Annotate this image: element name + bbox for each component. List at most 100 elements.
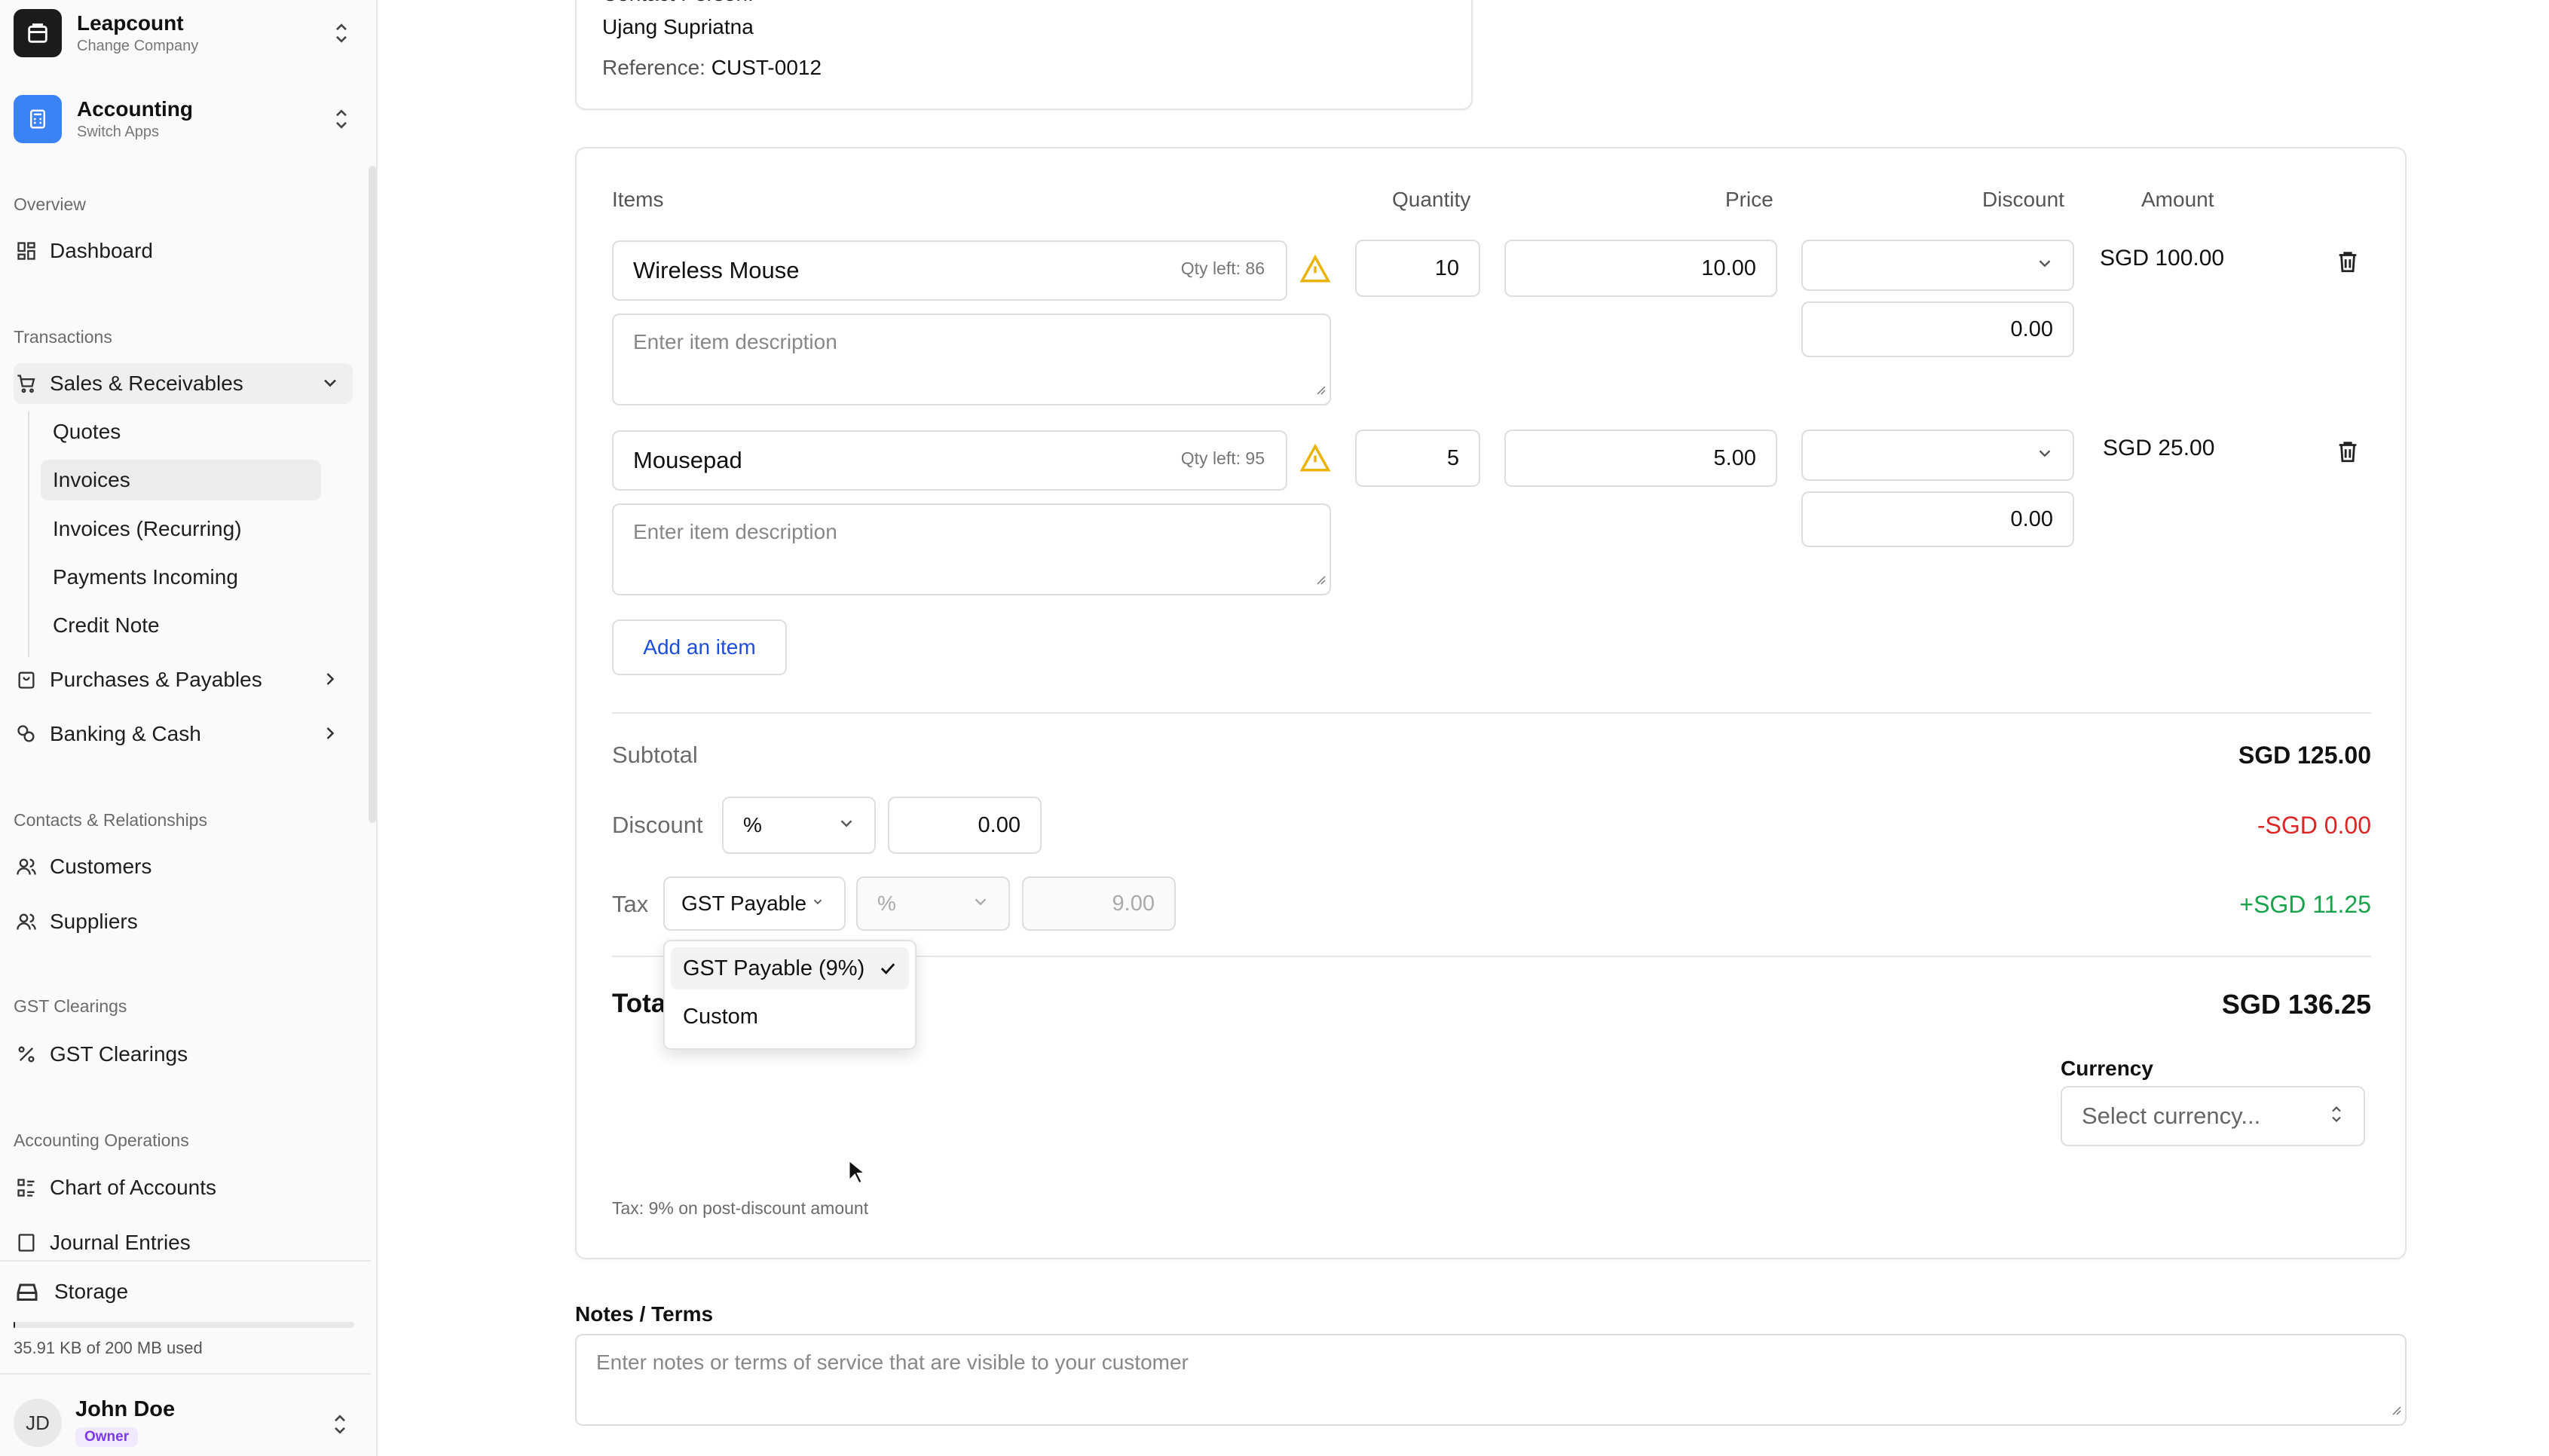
trash-icon[interactable] bbox=[2335, 249, 2361, 278]
contact-person-name: Ujang Supriatna bbox=[602, 15, 754, 38]
resize-handle-icon[interactable] bbox=[1314, 567, 1327, 591]
menu-item-gst-payable[interactable]: GST Payable (9%) bbox=[671, 947, 909, 990]
chevron-right-icon bbox=[320, 723, 341, 749]
sidebar-item-invoices[interactable]: Invoices bbox=[41, 460, 321, 500]
sidebar-scrollbar[interactable] bbox=[369, 166, 376, 823]
chevrons-up-down-icon bbox=[2327, 1103, 2346, 1130]
sidebar-item-dashboard[interactable]: Dashboard bbox=[14, 231, 353, 271]
users-icon bbox=[14, 909, 39, 934]
discount-value-input[interactable]: 0.00 bbox=[1801, 491, 2074, 547]
item-name-input[interactable]: Wireless Mouse Qty left: 86 bbox=[612, 240, 1287, 301]
tax-type-select[interactable]: % bbox=[856, 876, 1010, 931]
chevrons-up-down-icon[interactable] bbox=[329, 1411, 351, 1442]
chevron-down-icon bbox=[320, 372, 341, 399]
app-switcher[interactable]: Accounting Switch Apps bbox=[14, 86, 353, 152]
sidebar-item-label: Purchases & Payables bbox=[50, 668, 262, 691]
sidebar-nav: Leapcount Change Company Accounting Swit… bbox=[0, 0, 371, 1260]
mouse-cursor-icon bbox=[847, 1158, 867, 1188]
tax-amount: +SGD 11.25 bbox=[2239, 891, 2371, 918]
storage-progress bbox=[14, 1322, 354, 1328]
price-input[interactable]: 10.00 bbox=[1504, 240, 1777, 297]
app-name: Accounting bbox=[77, 97, 193, 121]
tax-type-value: % bbox=[877, 892, 896, 915]
percent-icon bbox=[14, 1042, 39, 1067]
reference-value: CUST-0012 bbox=[711, 56, 822, 79]
sidebar-item-customers[interactable]: Customers bbox=[14, 846, 353, 887]
company-switcher[interactable]: Leapcount Change Company bbox=[14, 0, 353, 66]
quantity-input[interactable]: 10 bbox=[1355, 240, 1480, 297]
discount-type-select[interactable] bbox=[1801, 240, 2074, 291]
item-description-input[interactable]: Enter item description bbox=[612, 314, 1331, 405]
qty-left: Qty left: 95 bbox=[1180, 448, 1265, 468]
trash-icon[interactable] bbox=[2335, 439, 2361, 468]
sidebar-item-chart-of-accounts[interactable]: Chart of Accounts bbox=[14, 1167, 353, 1208]
app-sub: Switch Apps bbox=[77, 124, 159, 140]
sidebar-item-label: Suppliers bbox=[50, 910, 138, 933]
section-overview: Overview bbox=[14, 194, 86, 214]
submenu-guide bbox=[28, 411, 29, 657]
notes-input[interactable]: Enter notes or terms of service that are… bbox=[575, 1334, 2407, 1426]
list-icon bbox=[14, 1175, 39, 1201]
subtotal-label: Subtotal bbox=[612, 742, 698, 768]
sidebar-item-credit-note[interactable]: Credit Note bbox=[41, 605, 321, 646]
book-icon bbox=[14, 1230, 39, 1256]
warning-icon bbox=[1299, 253, 1331, 289]
quantity-input[interactable]: 5 bbox=[1355, 430, 1480, 487]
item-name: Mousepad bbox=[633, 447, 742, 473]
item-name: Wireless Mouse bbox=[633, 257, 800, 283]
discount-type-select[interactable]: % bbox=[722, 797, 876, 854]
reference-label: Reference: bbox=[602, 56, 705, 79]
sidebar-item-label: Journal Entries bbox=[50, 1231, 191, 1254]
line-amount: SGD 100.00 bbox=[2100, 246, 2225, 271]
sidebar-item-payments-incoming[interactable]: Payments Incoming bbox=[41, 557, 321, 598]
section-transactions: Transactions bbox=[14, 327, 112, 347]
price-input[interactable]: 5.00 bbox=[1504, 430, 1777, 487]
divider bbox=[0, 1373, 371, 1375]
sidebar-item-label: Customers bbox=[50, 855, 152, 878]
tax-select[interactable]: GST Payable bbox=[663, 876, 846, 931]
customer-card: Contact Person: Ujang Supriatna Referenc… bbox=[575, 0, 1473, 110]
coins-icon bbox=[14, 721, 39, 747]
sidebar-footer: Storage 35.91 KB of 200 MB used JD John … bbox=[0, 1260, 371, 1456]
chevrons-up-down-icon bbox=[330, 20, 353, 50]
discount-amount: -SGD 0.00 bbox=[2257, 812, 2371, 839]
header-price: Price bbox=[1725, 188, 1773, 211]
reference-row: Reference: CUST-0012 bbox=[602, 56, 822, 80]
description-placeholder: Enter item description bbox=[633, 520, 837, 543]
discount-value-input[interactable]: 0.00 bbox=[1801, 301, 2074, 357]
contact-person-label: Contact Person: bbox=[602, 0, 754, 6]
header-discount: Discount bbox=[1982, 188, 2064, 211]
sidebar-item-journal-entries[interactable]: Journal Entries bbox=[14, 1222, 353, 1260]
sidebar-item-gst-clearings[interactable]: GST Clearings bbox=[14, 1034, 353, 1075]
company-sub: Change Company bbox=[77, 38, 199, 54]
chevron-down-icon bbox=[837, 814, 856, 837]
discount-type-select[interactable] bbox=[1801, 430, 2074, 481]
tax-label: Tax bbox=[612, 891, 649, 917]
sidebar-item-invoices-recurring[interactable]: Invoices (Recurring) bbox=[41, 509, 321, 549]
company-logo-icon bbox=[14, 9, 62, 57]
sidebar-item-sales[interactable]: Sales & Receivables bbox=[14, 363, 353, 404]
notes-placeholder: Enter notes or terms of service that are… bbox=[596, 1350, 1189, 1374]
sidebar-item-quotes[interactable]: Quotes bbox=[41, 411, 321, 452]
header-amount: Amount bbox=[2141, 188, 2214, 211]
discount-type-value: % bbox=[743, 813, 762, 837]
currency-select[interactable]: Select currency... bbox=[2061, 1086, 2365, 1146]
tax-select-value: GST Payable bbox=[681, 892, 807, 915]
tax-rate-input[interactable]: 9.00 bbox=[1022, 876, 1176, 931]
item-description-input[interactable]: Enter item description bbox=[612, 503, 1331, 595]
item-name-input[interactable]: Mousepad Qty left: 95 bbox=[612, 430, 1287, 491]
discount-value-input[interactable]: 0.00 bbox=[888, 797, 1042, 854]
section-contacts: Contacts & Relationships bbox=[14, 810, 207, 830]
menu-item-custom[interactable]: Custom bbox=[671, 996, 909, 1038]
sidebar-item-suppliers[interactable]: Suppliers bbox=[14, 901, 353, 942]
add-item-button[interactable]: Add an item bbox=[612, 619, 787, 675]
avatar[interactable]: JD bbox=[14, 1399, 62, 1447]
storage-label: Storage bbox=[54, 1280, 129, 1303]
chevrons-up-down-icon bbox=[330, 106, 353, 136]
chevron-right-icon bbox=[320, 668, 341, 695]
resize-handle-icon[interactable] bbox=[1314, 377, 1327, 401]
storage-progress-fill bbox=[14, 1322, 15, 1328]
sidebar-item-banking[interactable]: Banking & Cash bbox=[14, 714, 353, 754]
resize-handle-icon[interactable] bbox=[2390, 1397, 2402, 1421]
sidebar-item-purchases[interactable]: Purchases & Payables bbox=[14, 659, 353, 700]
